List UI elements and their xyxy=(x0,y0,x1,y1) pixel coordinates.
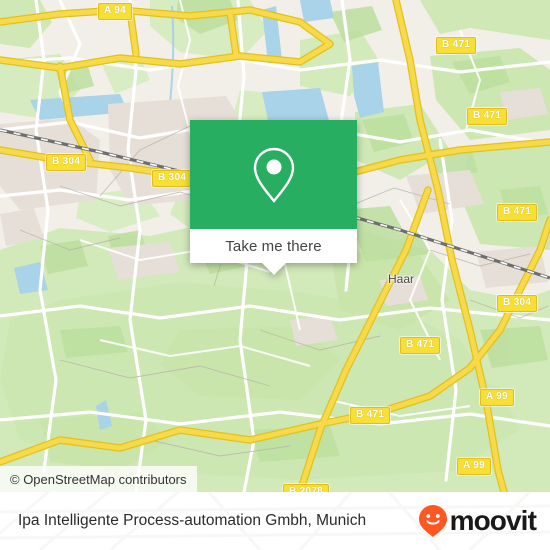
road-shield: B 471 xyxy=(350,407,391,424)
moovit-wordmark: moovit xyxy=(449,505,537,536)
road-shield: A 94 xyxy=(98,3,132,20)
road-shield: A 99 xyxy=(480,389,514,406)
moovit-smiley-pin-icon xyxy=(418,505,447,537)
attribution-text: © OpenStreetMap contributors xyxy=(10,471,187,487)
road-shield: B 304 xyxy=(46,154,87,171)
road-shield: B 471 xyxy=(497,204,538,221)
popup-action-area[interactable]: Take me there xyxy=(190,229,357,275)
page-title: Ipa Intelligente Process-automation Gmbh… xyxy=(18,512,367,529)
location-popup-card[interactable]: Take me there xyxy=(190,120,357,275)
road-shield: B 304 xyxy=(497,295,538,312)
road-shield: B 471 xyxy=(467,108,508,125)
popup-pointer-tail xyxy=(261,263,286,275)
map-canvas[interactable]: Haar A 94 B 471 B 471 B 304 B 304 B 471 … xyxy=(0,0,550,492)
road-shield: B 471 xyxy=(436,37,477,54)
road-shield: B 471 xyxy=(400,337,441,354)
road-shield: B 2078 xyxy=(283,484,330,492)
place-label-haar: Haar xyxy=(388,272,415,286)
map-screenshot: Haar A 94 B 471 B 471 B 304 B 304 B 471 … xyxy=(0,0,550,550)
moovit-logo[interactable]: moovit xyxy=(418,504,537,538)
take-me-there-label: Take me there xyxy=(225,237,322,255)
bottom-bar: Ipa Intelligente Process-automation Gmbh… xyxy=(0,492,550,550)
map-attribution[interactable]: © OpenStreetMap contributors xyxy=(0,466,197,492)
road-shield: A 99 xyxy=(457,458,491,475)
road-shield: B 304 xyxy=(152,170,193,187)
popup-icon-area xyxy=(190,120,357,229)
location-pin-icon xyxy=(253,147,294,203)
